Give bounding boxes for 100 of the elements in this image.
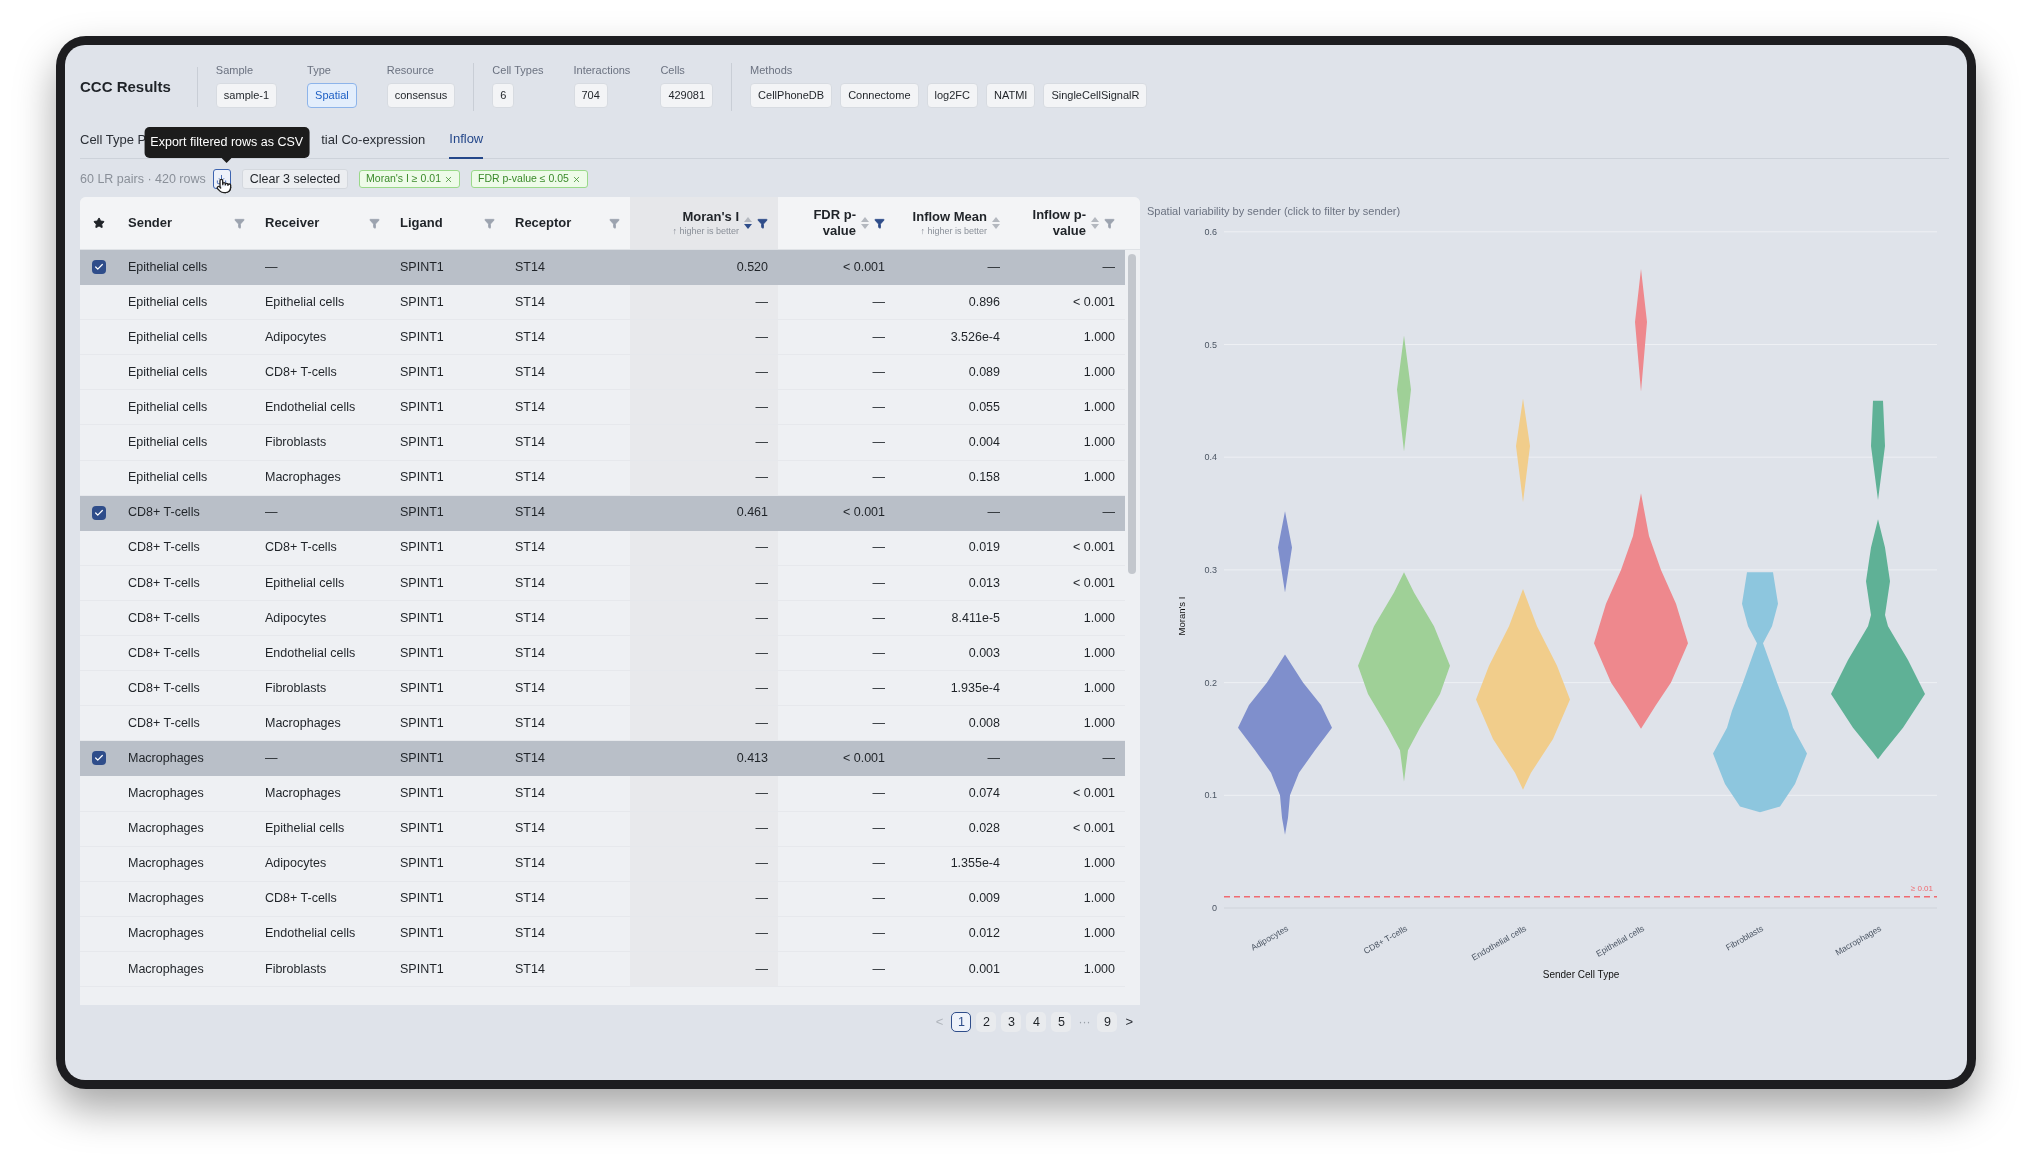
table-cell-text: Adipocytes [265, 328, 327, 346]
table-row[interactable]: Epithelial cells — SPINT1 ST14 0.520 < 0.001 — — [80, 250, 1125, 286]
table-cell-text: CD8+ T-cells [128, 574, 200, 592]
table-row[interactable]: CD8+ T-cells CD8+ T-cells SPINT1 ST14 — — 0.019 < 0.001 [80, 530, 1125, 566]
checkbox[interactable] [92, 505, 106, 520]
table-cell-text: ST14 [515, 293, 545, 311]
table-cell-text: SPINT1 [400, 785, 444, 803]
page-button[interactable]: 9 [1097, 1012, 1118, 1032]
scrollbar[interactable] [1128, 254, 1136, 574]
filter-tag[interactable]: FDR p-value ≤ 0.05 [471, 170, 588, 188]
column-hint: ↑ higher is better [920, 224, 987, 238]
filter-icon[interactable] [757, 217, 768, 229]
table-cell-text: 0.004 [968, 434, 1000, 452]
close-icon[interactable] [571, 174, 581, 184]
tab[interactable]: Cell Type P [80, 127, 147, 159]
column-header[interactable]: Receptor [505, 197, 630, 249]
page-button[interactable]: 2 [976, 1012, 997, 1032]
table-cell-text: Macrophages [128, 855, 204, 873]
table-row[interactable]: CD8+ T-cells Fibroblasts SPINT1 ST14 — — 1.935e-4 1.000 [80, 671, 1125, 707]
chart-title: Spatial variability by sender (click to filter by sender) [1147, 204, 1402, 218]
axis-tick-label: 0.6 [1204, 226, 1217, 237]
table-cell-text: Macrophages [265, 785, 341, 803]
table-row[interactable]: Macrophages — SPINT1 ST14 0.413 < 0.001 — — [80, 741, 1125, 777]
table-cell-text: — [755, 539, 768, 557]
tab[interactable]: tial Co-expression [321, 127, 426, 159]
table-cell-text: Epithelial cells [128, 363, 208, 381]
table-row[interactable]: Epithelial cells Fibroblasts SPINT1 ST14 — — 0.004 1.000 [80, 425, 1125, 461]
table-cell-text: — [755, 328, 768, 346]
column-header[interactable]: Inflow Mean ↑ higher is better [895, 197, 1010, 249]
table-cell-text: — [755, 644, 768, 662]
axis-tick-label: 0.4 [1204, 452, 1217, 463]
checkbox[interactable] [92, 751, 106, 766]
column-header[interactable]: Ligand [390, 197, 505, 249]
column-header[interactable]: Moran's I ↑ higher is better [630, 197, 778, 249]
table-cell-text: 1.000 [1083, 644, 1115, 662]
table-cell-text: — [1102, 504, 1115, 522]
table-cell-text: — [872, 855, 885, 873]
table-cell-text: 0.003 [968, 644, 1000, 662]
table-cell-text: ST14 [515, 644, 545, 662]
filter-icon[interactable] [874, 217, 885, 229]
violin-shape[interactable] [1238, 511, 1332, 835]
table-cell-text: Epithelial cells [128, 399, 208, 417]
table-cell-text: — [987, 750, 1000, 767]
violin-shape[interactable] [1713, 572, 1807, 813]
table-cell-text: Epithelial cells [265, 574, 345, 592]
table-cell-text: < 0.001 [842, 504, 885, 522]
table-row[interactable]: Epithelial cells Epithelial cells SPINT1 ST14 — — 0.896 < 0.001 [80, 285, 1125, 321]
table-cell-text: SPINT1 [400, 714, 444, 732]
table-row[interactable]: Epithelial cells Macrophages SPINT1 ST14 — — 0.158 1.000 [80, 460, 1125, 496]
page-button[interactable]: 5 [1051, 1012, 1072, 1032]
page-button[interactable]: 1 [951, 1012, 972, 1032]
table-row[interactable]: Macrophages Adipocytes SPINT1 ST14 — — 1.355e-4 1.000 [80, 846, 1125, 882]
column-header[interactable]: FDR p-value [778, 197, 895, 249]
table-cell-text: ST14 [515, 399, 545, 417]
sort-icon[interactable] [744, 217, 752, 229]
table-cell-text: Epithelial cells [128, 469, 208, 487]
next-page-button[interactable]: > [1122, 1012, 1136, 1032]
table-cell-text: SPINT1 [400, 258, 444, 276]
table-row[interactable]: CD8+ T-cells — SPINT1 ST14 0.461 < 0.001 — — [80, 495, 1125, 531]
table-row[interactable]: CD8+ T-cells Endothelial cells SPINT1 ST14 — — 0.003 1.000 [80, 636, 1125, 672]
table-cell-text: SPINT1 [400, 679, 444, 697]
close-icon[interactable] [444, 174, 453, 184]
column-header[interactable]: Receiver [255, 197, 390, 249]
app-title: CCC Results [80, 67, 198, 107]
table-cell-text: — [1102, 258, 1115, 276]
table-row[interactable]: Epithelial cells CD8+ T-cells SPINT1 ST14 — — 0.089 1.000 [80, 355, 1125, 391]
table-cell-text: — [755, 925, 768, 943]
table-row[interactable]: Macrophages Endothelial cells SPINT1 ST14 — — 0.012 1.000 [80, 916, 1125, 952]
filter-tag[interactable]: Moran's I ≥ 0.01 [359, 170, 460, 188]
clear-selection-button[interactable]: Clear 3 selected [241, 169, 349, 189]
table-row[interactable]: Macrophages Macrophages SPINT1 ST14 — — 0.074 < 0.001 [80, 776, 1125, 812]
page-button[interactable]: 4 [1026, 1012, 1047, 1032]
tab[interactable]: Inflow [449, 127, 484, 159]
table-row[interactable]: CD8+ T-cells Epithelial cells SPINT1 ST14 — — 0.013 < 0.001 [80, 565, 1125, 601]
table-row[interactable]: Macrophages CD8+ T-cells SPINT1 ST14 — — 0.009 1.000 [80, 881, 1125, 917]
table-cell-text: — [755, 434, 768, 452]
table-cell-text: CD8+ T-cells [128, 714, 200, 732]
table-cell-text: Macrophages [128, 890, 204, 908]
table-cell-text: ST14 [515, 328, 545, 346]
table-cell-text: Fibroblasts [265, 679, 327, 697]
table-cell-text: ST14 [515, 574, 545, 592]
table-row[interactable]: CD8+ T-cells Macrophages SPINT1 ST14 — — 0.008 1.000 [80, 706, 1125, 742]
table-cell-text: 1.000 [1083, 960, 1115, 978]
table-cell-text: — [755, 960, 768, 978]
column-header[interactable]: Sender [118, 197, 255, 249]
table-row[interactable]: Epithelial cells Endothelial cells SPINT1 ST14 — — 0.055 1.000 [80, 390, 1125, 426]
axis-title: Moran's I [1176, 596, 1187, 636]
value-tag: CellPhoneDB [750, 83, 833, 108]
table-cell-text: SPINT1 [400, 890, 444, 908]
table-row[interactable]: Macrophages Epithelial cells SPINT1 ST14 — — 0.028 < 0.001 [80, 811, 1125, 847]
table-row[interactable]: CD8+ T-cells Adipocytes SPINT1 ST14 — — 8.411e-5 1.000 [80, 600, 1125, 637]
axis-tick-label: 0.2 [1204, 677, 1217, 688]
table-cell-text: 1.000 [1083, 399, 1115, 417]
table-row[interactable]: Epithelial cells Adipocytes SPINT1 ST14 — — 3.526e-4 1.000 [80, 320, 1125, 356]
checkbox[interactable] [92, 260, 106, 275]
page-button[interactable]: 3 [1001, 1012, 1022, 1032]
column-title: Ligand [400, 215, 443, 231]
table-row[interactable]: Macrophages Fibroblasts SPINT1 ST14 — — 0.001 1.000 [80, 951, 1125, 987]
violin-shape[interactable] [1831, 400, 1925, 760]
check-icon [94, 753, 104, 764]
